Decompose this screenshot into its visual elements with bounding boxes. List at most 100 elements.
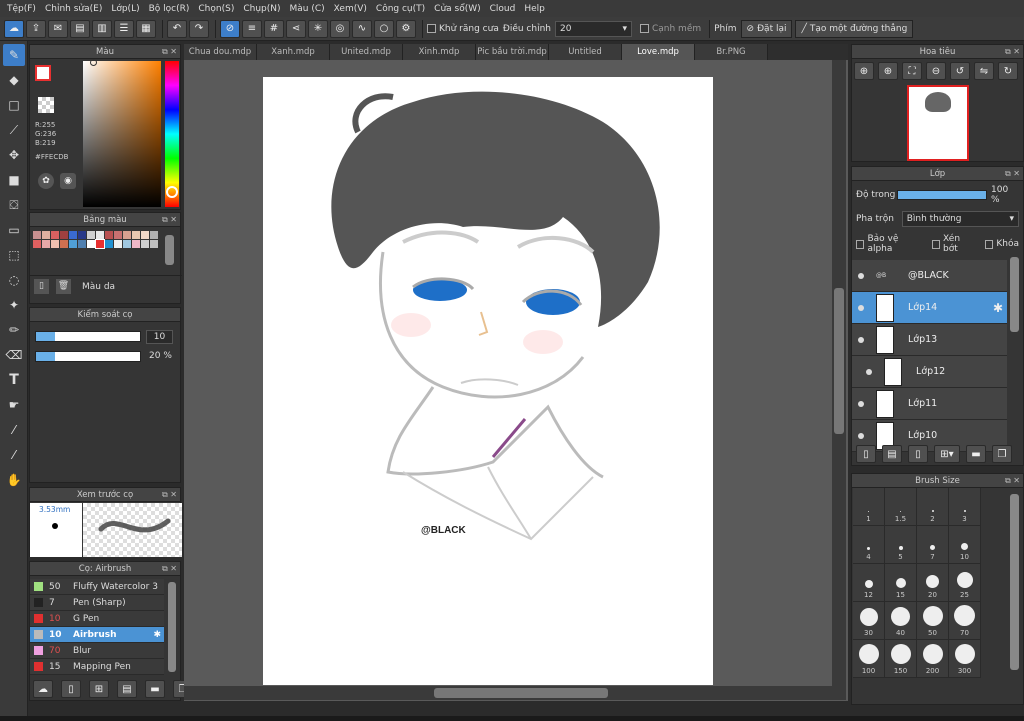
palette-swatch[interactable] bbox=[69, 240, 77, 248]
comment-icon[interactable]: ▤ bbox=[70, 19, 90, 38]
fit-screen-icon[interactable]: ⛶ bbox=[902, 62, 922, 80]
tab-document[interactable]: Br.PNG bbox=[695, 44, 768, 60]
close-icon[interactable]: ⧉ ✕ bbox=[162, 45, 177, 59]
eye-icon[interactable] bbox=[858, 272, 864, 279]
brush-size-cell[interactable]: 12 bbox=[853, 564, 885, 602]
clipping-checkbox[interactable] bbox=[931, 239, 941, 249]
brush-size-cell[interactable]: 50 bbox=[917, 602, 949, 640]
zoom-in-icon[interactable]: ⊕ bbox=[878, 62, 898, 80]
brush-size-cell[interactable]: 20 bbox=[917, 564, 949, 602]
select-pen-tool-icon[interactable]: ✏ bbox=[3, 319, 25, 341]
opacity-value[interactable]: 20 % bbox=[149, 351, 172, 361]
palette-swatch[interactable] bbox=[105, 240, 113, 248]
select-tool-icon[interactable]: ⬚ bbox=[3, 244, 25, 266]
canvas-vscroll-thumb[interactable] bbox=[834, 288, 844, 434]
palette-swatch[interactable] bbox=[95, 239, 105, 249]
palette-swatch[interactable] bbox=[132, 240, 140, 248]
navigator-thumbnail[interactable] bbox=[907, 85, 969, 161]
rotate-left-icon[interactable]: ↺ bbox=[950, 62, 970, 80]
layer-opacity-slider[interactable] bbox=[897, 190, 988, 200]
brush-size-cell[interactable]: 2 bbox=[917, 488, 949, 526]
lasso-tool-icon[interactable]: ◌ bbox=[3, 269, 25, 291]
palette-swatch[interactable] bbox=[123, 231, 131, 239]
brush-size-cell[interactable]: 1 bbox=[853, 488, 885, 526]
palette-swatch[interactable] bbox=[42, 240, 50, 248]
curve-icon[interactable]: ∿ bbox=[352, 19, 372, 38]
new-halftone-layer-icon[interactable]: ▤ bbox=[882, 445, 902, 463]
select-eraser-tool-icon[interactable]: ⌫ bbox=[3, 344, 25, 366]
brush-size-cell[interactable]: 1.5 bbox=[885, 488, 917, 526]
menu-tools[interactable]: Công cụ(T) bbox=[376, 4, 425, 14]
cloud-icon[interactable]: ☁ bbox=[4, 19, 24, 38]
color-wheel-icon[interactable]: ✿ bbox=[38, 173, 54, 189]
eye-icon[interactable] bbox=[858, 304, 864, 311]
canvas-hscroll[interactable] bbox=[184, 686, 846, 700]
undo-icon[interactable]: ↶ bbox=[167, 19, 187, 38]
magic-wand-tool-icon[interactable]: ✦ bbox=[3, 294, 25, 316]
brush-size-cell[interactable]: 300 bbox=[949, 640, 981, 678]
concentric-icon[interactable]: ◎ bbox=[330, 19, 350, 38]
tab-document[interactable]: Pic bầu trời.mdp bbox=[476, 44, 549, 60]
palette-swatch[interactable] bbox=[114, 231, 122, 239]
palette-swatch[interactable] bbox=[150, 231, 158, 239]
tab-document[interactable]: Untitled bbox=[549, 44, 622, 60]
menu-filter[interactable]: Bộ lọc(R) bbox=[149, 4, 190, 14]
zoom-out-icon[interactable]: ⊖ bbox=[926, 62, 946, 80]
brush-tool-icon[interactable]: ✎ bbox=[3, 44, 25, 66]
palette-swatch[interactable] bbox=[105, 231, 113, 239]
layer-row-selected[interactable]: Lớp14 ✱ bbox=[852, 292, 1007, 324]
folder-icon[interactable]: ▬ bbox=[966, 445, 986, 463]
duplicate-icon[interactable]: ❐ bbox=[992, 445, 1012, 463]
palette-swatch[interactable] bbox=[114, 240, 122, 248]
brush-size-cell[interactable]: 3 bbox=[949, 488, 981, 526]
eyedropper-tool-icon[interactable]: ⁄ bbox=[3, 419, 25, 441]
brush-list-scrollbar[interactable] bbox=[168, 582, 176, 672]
menu-select[interactable]: Chọn(S) bbox=[198, 4, 234, 14]
brush-item[interactable]: 70 Blur bbox=[30, 643, 164, 659]
canvas-hscroll-thumb[interactable] bbox=[434, 688, 608, 698]
eyedropper2-tool-icon[interactable]: ⁄ bbox=[3, 444, 25, 466]
palette-swatch[interactable] bbox=[123, 240, 131, 248]
export-icon[interactable]: ⇪ bbox=[26, 19, 46, 38]
straight-line-button[interactable]: ╱ Tạo một đường thẳng bbox=[795, 19, 914, 38]
brush-size-cell[interactable]: 4 bbox=[853, 526, 885, 564]
layer-row[interactable]: Lớp11 bbox=[852, 388, 1007, 420]
rectangle-tool-icon[interactable]: □ bbox=[3, 94, 25, 116]
brush-size-cell[interactable]: 25 bbox=[949, 564, 981, 602]
brush-size-cell[interactable]: 15 bbox=[885, 564, 917, 602]
move-tool-icon[interactable]: ✥ bbox=[3, 144, 25, 166]
flip-icon[interactable]: ⇋ bbox=[974, 62, 994, 80]
brush-item[interactable]: 7 Pen (Sharp) bbox=[30, 595, 164, 611]
layer-row[interactable]: @B @BLACK bbox=[852, 260, 1007, 292]
document-icon[interactable]: ▥ bbox=[92, 19, 112, 38]
brush-item-selected[interactable]: 10 Airbrush ✱ bbox=[30, 627, 164, 643]
palette-scrollbar[interactable] bbox=[165, 235, 174, 265]
brush-item[interactable]: 50 Fluffy Watercolor 3 bbox=[30, 579, 164, 595]
palette-swatch[interactable] bbox=[141, 240, 149, 248]
size-slider[interactable] bbox=[35, 331, 141, 342]
blend-select[interactable]: Bình thường ▾ bbox=[901, 211, 1019, 227]
eye-icon[interactable] bbox=[866, 368, 872, 375]
brush-size-cell[interactable]: 200 bbox=[917, 640, 949, 678]
palette-swatch[interactable] bbox=[33, 231, 41, 239]
menu-view[interactable]: Xem(V) bbox=[334, 4, 367, 14]
hand-tool-icon[interactable]: ✋ bbox=[3, 469, 25, 491]
palette-swatch[interactable] bbox=[87, 231, 95, 239]
palette-swatch[interactable] bbox=[141, 231, 149, 239]
brush-size-cell[interactable]: 7 bbox=[917, 526, 949, 564]
dot-line-tool-icon[interactable]: ⟋ bbox=[3, 119, 25, 141]
palette-name[interactable]: Màu da bbox=[82, 282, 115, 292]
palette-swatch[interactable] bbox=[78, 240, 86, 248]
palette-mode-icon[interactable]: ◉ bbox=[60, 173, 76, 189]
menu-cloud[interactable]: Cloud bbox=[490, 4, 516, 14]
tab-document[interactable]: Xinh.mdp bbox=[403, 44, 476, 60]
trash-icon[interactable]: 🗑 bbox=[56, 279, 71, 294]
brush-size-cell[interactable]: 30 bbox=[853, 602, 885, 640]
saturation-value-picker[interactable] bbox=[83, 61, 161, 207]
menu-file[interactable]: Tệp(F) bbox=[7, 4, 36, 14]
palette-swatch[interactable] bbox=[60, 231, 68, 239]
close-icon[interactable]: ⧉ ✕ bbox=[162, 213, 177, 227]
transparent-swatch[interactable] bbox=[38, 97, 54, 113]
radial-icon[interactable]: ✳ bbox=[308, 19, 328, 38]
layers-scrollbar[interactable] bbox=[1010, 257, 1019, 332]
